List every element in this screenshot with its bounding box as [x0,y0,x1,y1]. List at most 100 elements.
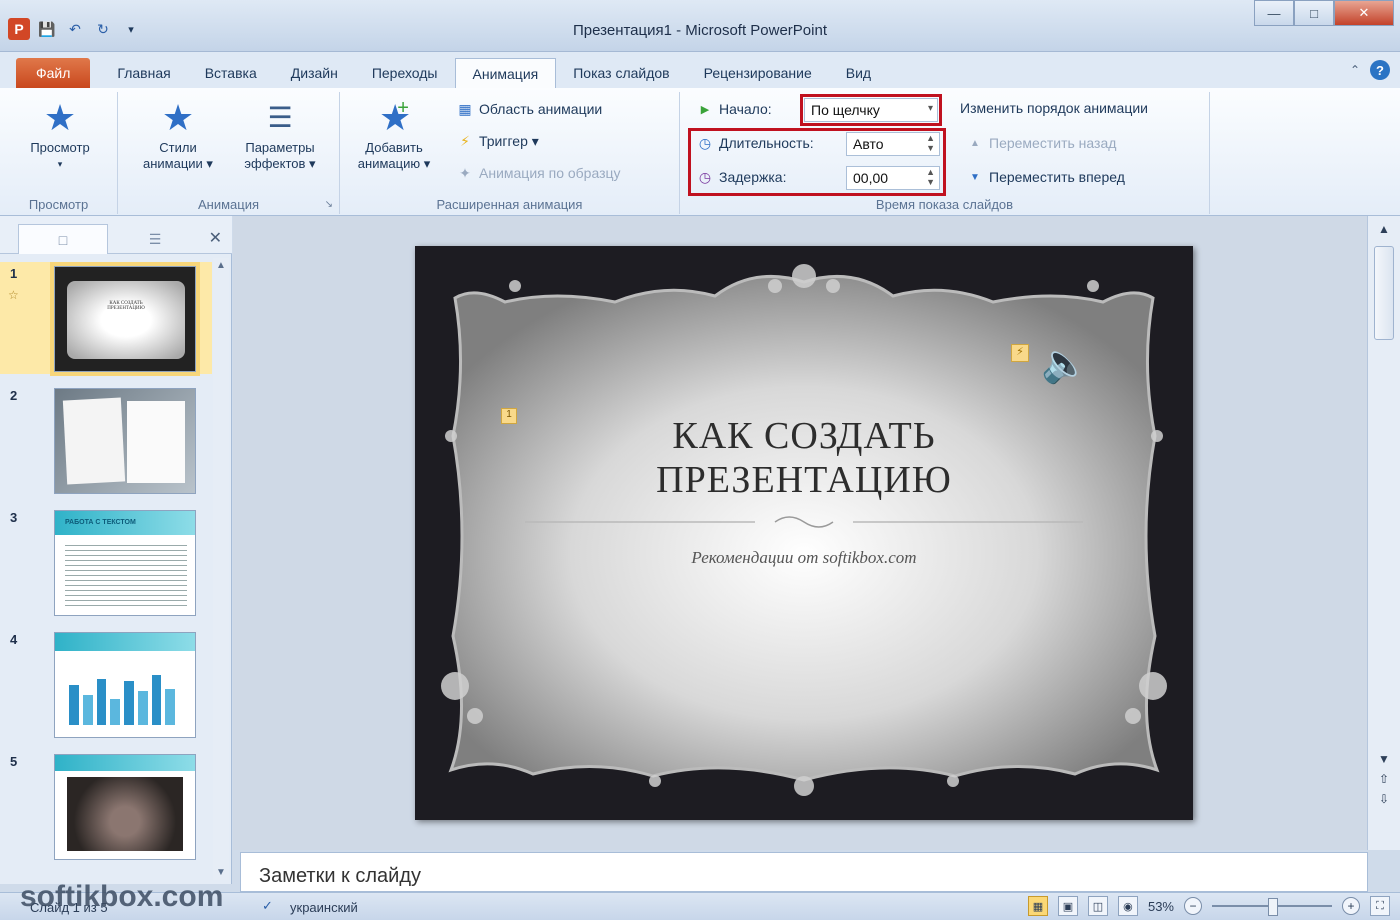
close-button[interactable]: ✕ [1334,0,1394,26]
preview-button-label: Просмотр [30,140,90,155]
group-preview: ★ Просмотр ▾ Просмотр [0,92,118,214]
trigger-label: Триггер ▾ [479,132,539,149]
help-icon[interactable]: ? [1370,60,1390,80]
zoom-level[interactable]: 53% [1148,899,1174,914]
reorder-title: Изменить порядок анимации [960,100,1148,116]
slides-panel: □ ☰ ✕ 1 ☆ КАК СОЗДАТЬ ПРЕЗЕНТАЦИЮ 2 3 РА… [0,216,232,884]
add-animation-icon: ★ + [379,97,412,138]
notes-pane[interactable]: Заметки к слайду [240,852,1368,892]
scroll-down-icon[interactable]: ▼ [213,867,229,878]
dialog-launcher-icon[interactable]: ↘ [325,199,333,210]
tab-design[interactable]: Дизайн [274,58,355,88]
slide-title-line1: КАК СОЗДАТЬ [672,415,936,457]
preview-button[interactable]: ★ Просмотр ▾ [10,96,110,172]
minimize-button[interactable]: — [1254,0,1294,26]
trigger-marker-icon[interactable]: ⚡ [1011,344,1029,362]
slide-thumbnail-row: 1 ☆ КАК СОЗДАТЬ ПРЕЗЕНТАЦИЮ [0,262,212,376]
thumb-video-image [67,777,183,851]
slide-thumbnail-row: 2 [0,384,212,496]
fit-to-window-button[interactable]: ⛶ [1370,896,1390,916]
minimize-ribbon-icon[interactable]: ⌃ [1350,63,1360,77]
highlight-start [800,94,942,126]
tab-review[interactable]: Рецензирование [687,58,829,88]
zoom-slider[interactable] [1212,898,1332,916]
window-controls: — □ ✕ [1254,0,1394,26]
start-label-row: ▶ Начало: [696,100,772,118]
arrow-down-icon: ▼ [970,171,980,183]
animation-styles-button[interactable]: ★ Стили анимации ▾ [126,96,230,172]
group-label-animation: Анимация [197,197,260,212]
tab-home[interactable]: Главная [100,58,187,88]
zoom-in-button[interactable]: + [1342,897,1360,915]
slide-thumbnail[interactable]: КАК СОЗДАТЬ ПРЕЗЕНТАЦИЮ [50,262,200,376]
thumb-doc-left [62,397,126,485]
list-icon: ☰ [267,102,293,133]
thumb-title: РАБОТА С ТЕКСТОМ [65,519,136,526]
previous-slide-icon[interactable]: ⇧ [1368,772,1400,786]
slide-editing-area: КАК СОЗДАТЬ ПРЕЗЕНТАЦИЮ Рекомендации от … [233,216,1367,850]
animation-styles-star-icon: ★ [161,97,195,138]
ribbon-tabs: Файл Главная Вставка Дизайн Переходы Ани… [0,52,1400,88]
animation-star-icon: ☆ [8,288,19,302]
normal-view-button[interactable]: ▦ [1027,896,1048,916]
slideshow-view-button[interactable]: ◉ [1117,896,1138,916]
add-animation-label: Добавить анимацию ▾ [357,140,431,171]
slide-thumbnail[interactable]: РАБОТА С ТЕКСТОМ [54,510,196,616]
slide-vertical-scrollbar[interactable]: ▲ ▼ ⇧ ⇩ [1367,216,1400,850]
slide-title[interactable]: КАК СОЗДАТЬ ПРЕЗЕНТАЦИЮ [415,414,1193,502]
tab-view[interactable]: Вид [829,58,888,88]
tab-insert[interactable]: Вставка [188,58,274,88]
ribbon: ★ Просмотр ▾ Просмотр ★ Стили анимации ▾… [0,88,1400,216]
slide-number: 5 [10,754,18,769]
chevron-down-icon: ▾ [57,159,63,169]
tab-animations[interactable]: Анимация [454,58,557,88]
effect-options-button[interactable]: ☰ Параметры эффектов ▾ [230,96,330,172]
tab-slides-icon[interactable]: □ [18,224,108,254]
title-bar: P 💾 ↶ ↻ ▾ Презентация1 - Microsoft Power… [0,0,1400,52]
group-label-preview: Просмотр [28,197,89,212]
slides-panel-tabs: □ ☰ ✕ [0,216,232,254]
arrow-up-icon: ▲ [970,137,980,149]
slide-frame-graphic [441,264,1167,796]
animation-painter-button[interactable]: ✦ Анимация по образцу [456,164,621,182]
slides-panel-scrollbar[interactable]: ▲ ▼ [213,258,229,880]
scroll-down-icon[interactable]: ▼ [1368,752,1400,766]
tab-file[interactable]: Файл [16,58,91,88]
language-indicator[interactable]: украинский [290,900,358,915]
maximize-button[interactable]: □ [1294,0,1334,26]
scrollbar-thumb[interactable] [1374,246,1394,340]
slide-sorter-view-button[interactable]: ▣ [1057,896,1078,916]
animation-order-marker[interactable]: 1 [501,408,517,424]
move-later-button[interactable]: ▼ Переместить вперед [966,168,1125,186]
zoom-out-button[interactable]: − [1184,897,1202,915]
animation-pane-icon: ▦ [458,100,472,117]
animation-pane-button[interactable]: ▦ Область анимации [456,100,602,118]
sound-icon[interactable]: 🔈 [1041,342,1088,386]
next-slide-icon[interactable]: ⇩ [1368,792,1400,806]
spellcheck-icon[interactable]: ✓ [262,898,273,914]
trigger-button[interactable]: ⚡ Триггер ▾ [456,132,539,150]
slide-subtitle[interactable]: Рекомендации от softikbox.com [415,548,1193,568]
thumb-banner [55,633,195,651]
window-title: Презентация1 - Microsoft PowerPoint [573,22,827,39]
scroll-up-icon[interactable]: ▲ [1368,222,1400,236]
move-earlier-button[interactable]: ▲ Переместить назад [966,134,1116,152]
reading-view-button[interactable]: ◫ [1087,896,1108,916]
reorder-title-label: Изменить порядок анимации [960,100,1148,116]
thumb-chart-bars [69,663,175,725]
add-animation-button[interactable]: ★ + Добавить анимацию ▾ [346,96,442,172]
slide-thumbnail-row: 3 РАБОТА С ТЕКСТОМ [0,506,212,618]
tab-transitions[interactable]: Переходы [355,58,455,88]
tab-outline-icon[interactable]: ☰ [110,224,200,254]
notes-placeholder: Заметки к слайду [259,865,421,887]
slide-thumbnail[interactable] [54,388,196,494]
tab-slide-show[interactable]: Показ слайдов [556,58,686,88]
slide-number: 3 [10,510,18,525]
slide-thumbnail[interactable] [54,632,196,738]
slide-thumbnail[interactable] [54,754,196,860]
slide-canvas[interactable]: КАК СОЗДАТЬ ПРЕЗЕНТАЦИЮ Рекомендации от … [415,246,1193,820]
close-panel-icon[interactable]: ✕ [209,228,222,248]
animation-painter-label: Анимация по образцу [479,165,621,181]
thumb-frame [67,281,185,359]
scroll-up-icon[interactable]: ▲ [213,260,229,271]
